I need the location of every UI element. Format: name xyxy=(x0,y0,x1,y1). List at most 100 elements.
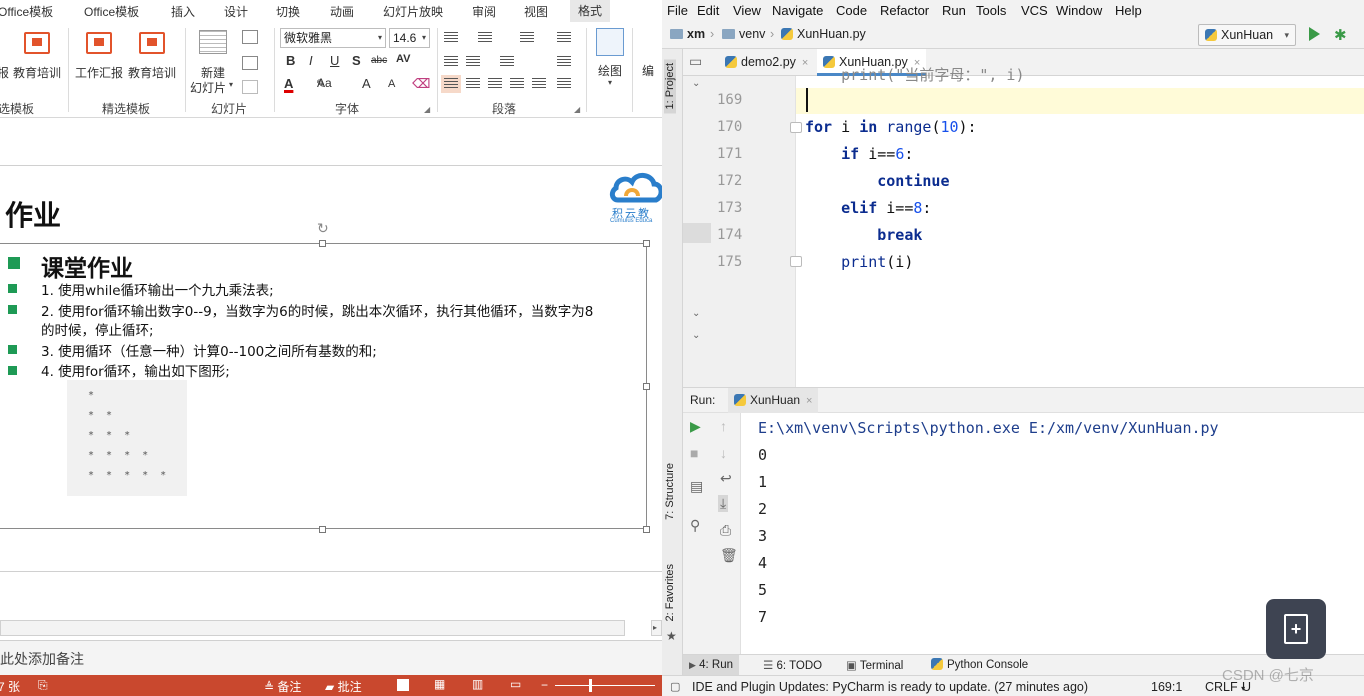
italic-icon[interactable]: I xyxy=(309,53,313,68)
star-icon[interactable]: ★ xyxy=(666,629,677,643)
scroll-to-end-icon[interactable]: ⤓ xyxy=(718,495,729,512)
new-slide-icon[interactable] xyxy=(199,30,227,54)
horizontal-scrollbar[interactable] xyxy=(0,620,625,636)
distribute-icon[interactable] xyxy=(532,78,546,90)
menu-file[interactable]: File xyxy=(667,3,688,18)
bullets-icon[interactable] xyxy=(444,32,458,44)
editor-tab-demo2[interactable]: demo2.py × xyxy=(719,49,814,76)
scroll-right-icon[interactable]: ▸ xyxy=(651,620,662,636)
font-color-icon[interactable]: A xyxy=(284,76,293,91)
work-report-label[interactable]: 工作汇报 xyxy=(75,64,123,81)
breadcrumb-venv[interactable]: venv xyxy=(722,27,765,41)
edit-label[interactable]: 编 xyxy=(642,62,654,79)
numbering-icon[interactable] xyxy=(478,32,492,44)
template-education-label[interactable]: 教育培训 xyxy=(13,64,61,81)
normal-view-icon[interactable] xyxy=(397,679,409,691)
caret-position[interactable]: 169:1 xyxy=(1151,680,1182,694)
trash-icon[interactable]: 🗑 xyxy=(720,547,738,564)
notes-pane[interactable]: 此处添加备注 xyxy=(0,641,662,675)
print-icon[interactable]: ⎙ xyxy=(720,522,731,539)
breadcrumb-file[interactable]: XunHuan.py xyxy=(781,27,866,41)
run-tab-xunhuan[interactable]: XunHuan × xyxy=(728,388,819,413)
menu-help[interactable]: Help xyxy=(1115,3,1142,18)
draw-label[interactable]: 绘图 xyxy=(598,62,622,79)
assignment-line-2[interactable]: 2. 使用for循环输出数字0--9，当数字为6的时候，跳出本次循环，执行其他循… xyxy=(41,300,593,320)
change-case-icon[interactable]: Aa xyxy=(317,76,332,90)
run-config-select[interactable]: XunHuan ▾ xyxy=(1198,24,1296,46)
grow-font-icon[interactable]: A xyxy=(362,76,371,91)
align-right-icon[interactable] xyxy=(488,78,502,90)
structure-tool-tab[interactable]: 7: Structure xyxy=(664,463,676,520)
pin-icon[interactable]: ⚲ xyxy=(690,517,700,534)
assignment-line-4[interactable]: 4. 使用for循环，输出如下图形; xyxy=(41,360,230,380)
tab-view[interactable]: 视图 xyxy=(524,3,548,20)
zoom-slider[interactable] xyxy=(555,685,655,686)
fold-marker-icon[interactable] xyxy=(790,256,802,267)
breadcrumb-project[interactable]: xm xyxy=(670,27,705,41)
debug-icon[interactable]: ✱ xyxy=(1334,26,1347,44)
update-notification[interactable]: IDE and Plugin Updates: PyCharm is ready… xyxy=(692,680,1088,694)
chevron-down-icon[interactable]: ▾ xyxy=(229,80,233,89)
underline-icon[interactable]: U xyxy=(330,53,339,68)
tab-run[interactable]: ▶ 4: Run xyxy=(683,655,740,676)
code-editor[interactable]: ⌄ ⌄ ⌄ 169 170 171 172 173 174 175 print(… xyxy=(683,66,1364,387)
tab-design[interactable]: 设计 xyxy=(224,3,248,20)
menu-run[interactable]: Run xyxy=(942,3,966,18)
resize-handle[interactable] xyxy=(643,383,650,390)
spell-check-icon[interactable]: ⎘ xyxy=(38,678,48,693)
text-direction-icon[interactable] xyxy=(557,32,571,44)
stop-icon[interactable]: ■ xyxy=(690,445,698,461)
slide-subheading[interactable]: 课堂作业 xyxy=(41,249,133,283)
slide-title[interactable]: 作业 xyxy=(5,194,61,234)
assignment-line-2-cont[interactable]: 的时候，停止循环; xyxy=(41,319,154,339)
tab-office-template-2[interactable]: Office模板 xyxy=(84,3,139,20)
tab-transitions[interactable]: 切换 xyxy=(276,3,300,20)
tab-animations[interactable]: 动画 xyxy=(330,3,354,20)
template-button-label[interactable]: 报 xyxy=(0,64,9,81)
project-pane-icon[interactable]: ▭ xyxy=(689,53,702,70)
comments-button[interactable]: ▰ 批注 xyxy=(325,678,362,695)
fold-marker-icon[interactable] xyxy=(790,122,802,133)
shadow-icon[interactable]: S xyxy=(352,53,361,68)
layout-icon[interactable] xyxy=(242,30,258,44)
align-center-icon[interactable] xyxy=(466,78,480,90)
project-tool-tab[interactable]: 1: Project xyxy=(664,59,676,114)
favorites-tool-tab[interactable]: 2: Favorites xyxy=(664,564,676,621)
smartart-icon[interactable] xyxy=(557,78,571,90)
menu-window[interactable]: Window xyxy=(1056,3,1102,18)
layout-icon[interactable]: ▤ xyxy=(690,478,703,495)
char-spacing-icon[interactable]: AV xyxy=(396,53,410,65)
tab-todo[interactable]: ☰ 6: TODO xyxy=(763,658,822,672)
justify-icon[interactable] xyxy=(510,78,524,90)
floating-export-button[interactable]: + xyxy=(1266,599,1326,659)
work-report-template-icon[interactable] xyxy=(86,32,112,54)
menu-refactor[interactable]: Refactor xyxy=(880,3,929,18)
slide-sorter-icon[interactable]: ▦ xyxy=(434,677,445,691)
rotate-handle-icon[interactable]: ↻ xyxy=(317,220,329,237)
menu-code[interactable]: Code xyxy=(836,3,867,18)
reset-icon[interactable] xyxy=(242,56,258,70)
notes-placeholder[interactable]: 此处添加备注 xyxy=(0,649,84,669)
template-icon[interactable] xyxy=(24,32,50,54)
chevron-down-icon[interactable]: ▾ xyxy=(608,78,612,87)
chevron-down-icon[interactable]: ⌄ xyxy=(692,308,700,319)
font-size-select[interactable]: 14.6 ▾ xyxy=(389,28,430,48)
font-name-select[interactable]: 微软雅黑 ▾ xyxy=(280,28,386,48)
notes-button[interactable]: ≜ 备注 xyxy=(264,678,301,695)
status-toggle-icon[interactable]: ▢ xyxy=(670,680,680,693)
decrease-indent-icon[interactable] xyxy=(444,56,458,68)
paragraph-dialog-launcher-icon[interactable]: ◢ xyxy=(574,105,580,114)
education-template-icon[interactable] xyxy=(139,32,165,54)
section-icon[interactable] xyxy=(242,80,258,94)
tab-slideshow[interactable]: 幻灯片放映 xyxy=(383,3,443,20)
shapes-icon[interactable] xyxy=(596,28,624,56)
menu-view[interactable]: View xyxy=(733,3,761,18)
align-text-icon[interactable] xyxy=(557,56,571,68)
chevron-down-icon[interactable]: ⌄ xyxy=(692,330,700,341)
clear-format-icon[interactable]: ⌫ xyxy=(412,76,430,92)
run-icon[interactable] xyxy=(1309,27,1320,41)
close-icon[interactable]: × xyxy=(806,395,812,407)
arrow-down-icon[interactable]: ↓ xyxy=(720,445,727,461)
arrow-up-icon[interactable]: ↑ xyxy=(720,418,727,434)
reading-view-icon[interactable]: ▥ xyxy=(472,677,483,691)
